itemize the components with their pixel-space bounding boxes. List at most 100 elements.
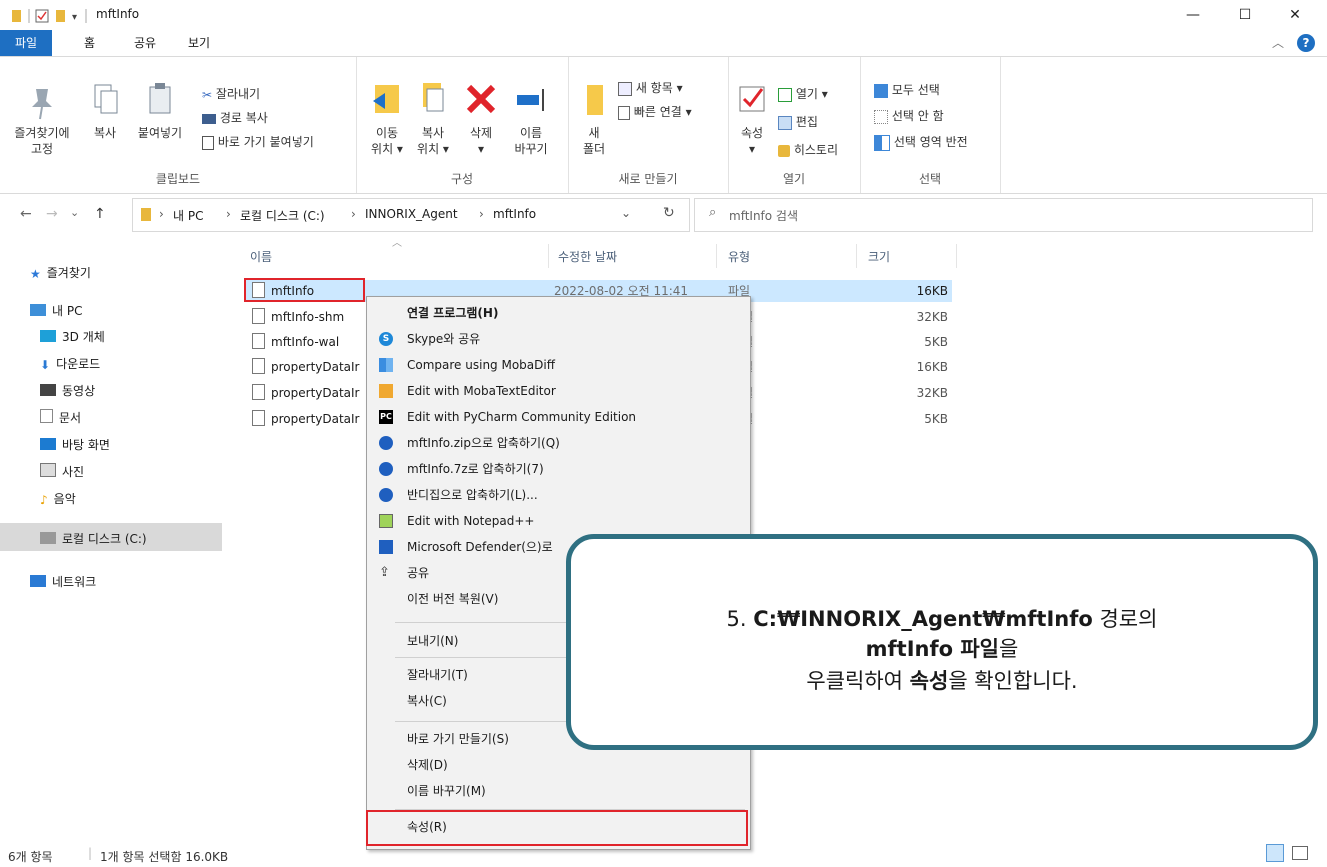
folder-icon <box>12 10 21 22</box>
clipboard-group-label: 클립보드 <box>155 172 201 186</box>
menu-item-bandizip-compress[interactable]: 반디집으로 압축하기(L)... <box>367 483 750 507</box>
paste-shortcut-icon <box>202 135 214 150</box>
paste-button[interactable]: 붙여넣기 <box>130 81 190 141</box>
file-icon <box>252 358 265 374</box>
nav-item-videos[interactable]: 동영상 <box>40 382 95 399</box>
nav-item-quick-access[interactable]: ★ 즐겨찾기 <box>30 264 91 281</box>
menu-item-open-with[interactable]: 연결 프로그램(H) <box>367 301 750 325</box>
delete-icon <box>466 84 496 114</box>
delete-button[interactable]: 삭제 ▾ <box>458 81 504 157</box>
nav-item-network[interactable]: 네트워크 <box>30 573 96 590</box>
help-icon[interactable]: ? <box>1297 34 1315 52</box>
mobatexteditor-icon <box>379 384 393 398</box>
menu-item-mobadiff[interactable]: Compare using MobaDiff <box>367 353 750 377</box>
invert-selection-button[interactable]: 선택 영역 반전 <box>874 133 968 151</box>
address-dropdown-icon[interactable]: ⌄ <box>621 206 631 220</box>
paste-shortcut-button[interactable]: 바로 가기 붙여넣기 <box>202 133 314 150</box>
menu-item-mobatexteditor[interactable]: Edit with MobaTextEditor <box>367 379 750 403</box>
nav-item-pictures[interactable]: 사진 <box>40 463 84 480</box>
up-button[interactable]: ↑ <box>94 206 106 222</box>
folder-icon <box>141 208 151 221</box>
defender-icon <box>379 540 393 554</box>
column-modified[interactable]: 수정한 날짜 <box>558 248 617 265</box>
maximize-button[interactable]: ☐ <box>1222 0 1268 30</box>
new-item-button[interactable]: 새 항목 ▾ <box>618 79 683 96</box>
nav-item-music[interactable]: ♪ 음악 <box>40 490 76 507</box>
properties-button[interactable]: 속성 ▾ <box>732 81 772 157</box>
download-icon: ⬇ <box>40 358 51 372</box>
forward-button[interactable]: → <box>46 206 58 222</box>
select-all-button[interactable]: 모두 선택 <box>874 81 940 98</box>
new-folder-button[interactable]: 새 폴더 <box>574 81 614 157</box>
copy-path-button[interactable]: 경로 복사 <box>202 109 268 126</box>
menu-item-rename[interactable]: 이름 바꾸기(M) <box>367 779 750 803</box>
tab-view[interactable]: 보기 <box>178 30 220 56</box>
clipboard-group: 즐겨찾기에 고정 복사 붙여넣기 ✂ 잘라내기 경로 복사 바로 가기 붙여넣기 … <box>0 57 357 193</box>
cube-icon <box>40 330 56 342</box>
tab-share[interactable]: 공유 <box>124 30 166 56</box>
address-box[interactable]: › 내 PC › 로컬 디스크 (C:) › INNORIX_Agent › m… <box>132 198 690 232</box>
edit-button[interactable]: 편집 <box>778 113 818 130</box>
refresh-icon[interactable]: ↻ <box>663 205 675 221</box>
menu-item-delete[interactable]: 삭제(D) <box>367 753 750 777</box>
callout-line-2: mftInfo 파일을 <box>865 637 1019 661</box>
item-count: 6개 항목 <box>8 850 53 864</box>
nav-item-local-disk[interactable]: 로컬 디스크 (C:) <box>40 530 147 547</box>
back-button[interactable]: ← <box>20 206 32 222</box>
nav-item-desktop[interactable]: 바탕 화면 <box>40 436 110 453</box>
new-folder-icon <box>587 85 603 115</box>
address-bar-row: ← → ⌄ ↑ › 내 PC › 로컬 디스크 (C:) › INNORIX_A… <box>0 198 1327 234</box>
search-box[interactable]: ⌕ mftInfo 검색 <box>694 198 1313 232</box>
select-none-button[interactable]: 선택 안 함 <box>874 107 944 124</box>
history-button[interactable]: 히스토리 <box>778 141 838 158</box>
move-to-icon <box>373 85 399 113</box>
file-icon <box>252 384 265 400</box>
nav-item-downloads[interactable]: ⬇ 다운로드 <box>40 355 100 372</box>
scissors-icon: ✂ <box>202 87 213 102</box>
breadcrumb-local-disk[interactable]: 로컬 디스크 (C:) <box>240 207 325 224</box>
menu-item-pycharm[interactable]: PC Edit with PyCharm Community Edition <box>367 405 750 429</box>
rename-button[interactable]: 이름 바꾸기 <box>506 81 556 157</box>
breadcrumb-innorix-agent[interactable]: INNORIX_Agent <box>365 207 458 221</box>
move-to-button[interactable]: 이동 위치 ▾ <box>364 81 410 157</box>
file-highlight-box <box>244 278 365 302</box>
column-name[interactable]: 이름 <box>250 248 272 265</box>
quick-access-toolbar[interactable]: ▾ <box>12 9 92 23</box>
mobadiff-icon <box>379 358 393 372</box>
easy-access-button[interactable]: 빠른 연결 ▾ <box>618 103 692 120</box>
menu-item-7z-compress[interactable]: mftInfo.7z로 압축하기(7) <box>367 457 750 481</box>
breadcrumb-this-pc[interactable]: 내 PC <box>173 207 203 224</box>
menu-item-notepadpp[interactable]: Edit with Notepad++ <box>367 509 750 533</box>
search-icon: ⌕ <box>709 205 717 220</box>
menu-item-zip-compress[interactable]: mftInfo.zip으로 압축하기(Q) <box>367 431 750 455</box>
breadcrumb-mftinfo[interactable]: mftInfo <box>493 207 536 221</box>
nav-item-documents[interactable]: 문서 <box>40 409 81 426</box>
selection-info: 1개 항목 선택함 16.0KB <box>100 850 229 864</box>
open-group-label: 열기 <box>782 172 806 186</box>
cut-button[interactable]: ✂ 잘라내기 <box>202 85 260 102</box>
collapse-ribbon-icon[interactable]: ︿ <box>1272 34 1284 51</box>
column-size[interactable]: 크기 <box>868 248 890 265</box>
pin-to-quick-access-button[interactable]: 즐겨찾기에 고정 <box>0 81 84 157</box>
large-icons-view-icon[interactable] <box>1292 846 1308 860</box>
copy-to-button[interactable]: 복사 위치 ▾ <box>410 81 456 157</box>
tab-file[interactable]: 파일 <box>0 30 52 56</box>
open-button[interactable]: 열기 ▾ <box>778 85 828 102</box>
column-type[interactable]: 유형 <box>728 248 750 265</box>
menu-item-skype-share[interactable]: S Skype와 공유 <box>367 327 750 351</box>
tab-home[interactable]: 홈 <box>74 30 105 56</box>
notepadpp-icon <box>379 514 393 528</box>
close-button[interactable]: ✕ <box>1272 0 1318 30</box>
nav-item-this-pc[interactable]: 내 PC <box>30 302 82 319</box>
nav-item-3d-objects[interactable]: 3D 개체 <box>40 328 105 345</box>
copy-button[interactable]: 복사 <box>84 81 126 141</box>
recent-locations-button[interactable]: ⌄ <box>70 206 79 219</box>
status-bar: 6개 항목 | 1개 항목 선택함 16.0KB <box>0 842 1327 867</box>
invert-selection-icon <box>874 134 890 151</box>
select-all-icon <box>874 83 888 98</box>
minimize-button[interactable]: — <box>1170 0 1216 30</box>
search-input[interactable]: mftInfo 검색 <box>729 207 798 224</box>
details-view-icon[interactable] <box>1266 844 1284 862</box>
skype-icon: S <box>379 332 393 346</box>
document-icon <box>40 409 53 423</box>
